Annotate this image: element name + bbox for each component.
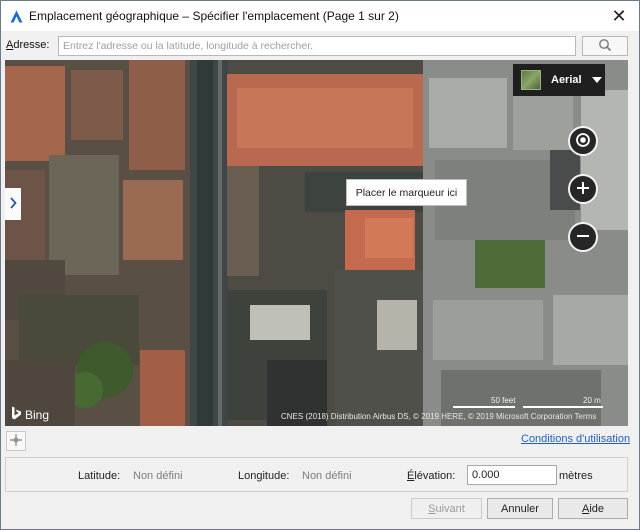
map-layer-dropdown[interactable]: Aerial <box>513 64 605 96</box>
elevation-label: Élévation: <box>407 470 455 482</box>
latitude-value: Non défini <box>133 470 183 482</box>
expand-panel-icon <box>9 196 17 212</box>
search-button[interactable] <box>582 36 628 56</box>
cancel-button[interactable]: Annuler <box>487 498 553 519</box>
elevation-label-rest: lévation: <box>414 470 456 482</box>
layer-thumbnail-icon <box>521 70 541 90</box>
close-button[interactable]: ✕ <box>599 1 639 31</box>
close-icon: ✕ <box>611 5 627 26</box>
zoom-out-button[interactable] <box>568 222 598 252</box>
chevron-down-icon <box>591 77 602 83</box>
dialog-window: Emplacement géographique – Spécifier l'e… <box>0 0 640 530</box>
search-icon <box>598 38 612 55</box>
zoom-in-icon <box>575 180 591 199</box>
locate-button[interactable] <box>568 126 598 156</box>
address-row: Adresse: <box>1 34 639 58</box>
map-scale: 50 feet 20 m <box>453 396 603 411</box>
next-button[interactable]: Suivant <box>411 498 482 519</box>
bing-logo-icon <box>11 406 22 423</box>
scale-bar <box>453 406 603 408</box>
zoom-in-button[interactable] <box>568 174 598 204</box>
locate-icon <box>575 132 591 151</box>
map-view[interactable]: Aerial Placer le marqueur ici Bing 50 fe… <box>5 60 628 426</box>
latitude-label: Latitude: <box>78 470 121 482</box>
pin-marker-button[interactable] <box>6 431 26 451</box>
title-bar: Emplacement géographique – Spécifier l'e… <box>1 1 639 31</box>
place-marker-tooltip: Placer le marqueur ici <box>346 179 467 206</box>
bing-logo: Bing <box>11 406 49 423</box>
app-logo-icon <box>9 9 23 23</box>
window-title: Emplacement géographique – Spécifier l'e… <box>29 9 399 23</box>
zoom-out-icon <box>575 228 591 247</box>
coordinates-panel: Latitude: Non défini Longitude: Non défi… <box>5 457 628 492</box>
longitude-value: Non défini <box>302 470 352 482</box>
longitude-label: Longitude: <box>238 470 290 482</box>
next-button-rest: uivant <box>435 502 465 515</box>
address-input[interactable] <box>58 36 576 56</box>
cancel-button-label: Annuler <box>501 502 539 515</box>
help-button[interactable]: Aide <box>558 498 628 519</box>
map-attribution: CNES (2018) Distribution Airbus DS, © 20… <box>281 412 597 421</box>
address-label: Adresse: <box>6 39 49 51</box>
expand-panel-tab[interactable] <box>5 188 21 220</box>
map-layer-label: Aerial <box>551 74 582 86</box>
help-button-mnemonic: A <box>581 502 590 515</box>
elevation-unit: mètres <box>559 470 593 482</box>
help-button-rest: ide <box>589 502 605 515</box>
bing-label: Bing <box>25 407 50 422</box>
aerial-imagery <box>5 60 628 426</box>
elevation-input[interactable] <box>467 465 557 485</box>
next-button-mnemonic: S <box>428 502 436 515</box>
crosshair-icon <box>10 433 22 449</box>
address-label-rest: dresse: <box>13 39 50 51</box>
terms-of-use-link[interactable]: Conditions d'utilisation <box>521 433 630 445</box>
